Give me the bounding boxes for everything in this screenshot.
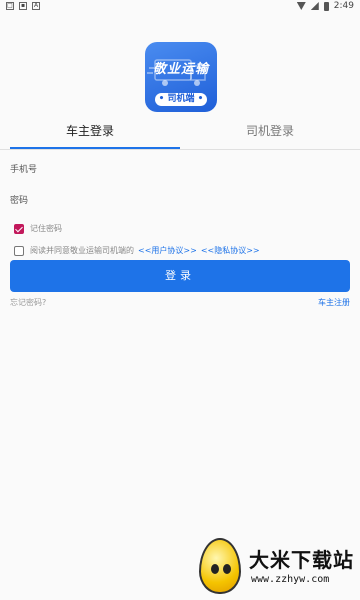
tab-driver-login[interactable]: 司机登录 bbox=[180, 118, 360, 150]
logo-title: 敬业运输 bbox=[152, 62, 209, 77]
signal-icon bbox=[310, 2, 319, 10]
status-bar: □ ▪ A 2:49 bbox=[0, 0, 360, 14]
shield-icon: ▪ bbox=[19, 2, 27, 10]
agree-text: 阅读并同意敬业运输司机端的 bbox=[30, 246, 134, 255]
mascot-icon bbox=[199, 538, 241, 594]
phone-label: 手机号 bbox=[10, 165, 38, 175]
user-agreement-link[interactable]: <<用户协议>> bbox=[138, 245, 197, 256]
active-tab-indicator bbox=[10, 147, 180, 149]
watermark: 大米下载站 www.zzhyw.com bbox=[193, 532, 360, 600]
password-label: 密码 bbox=[10, 196, 29, 206]
watermark-title: 大米下载站 bbox=[249, 548, 354, 572]
battery-icon bbox=[323, 1, 329, 11]
owner-register-link[interactable]: 车主注册 bbox=[318, 297, 350, 308]
app-logo: 敬业运输 • 司机端 • bbox=[145, 42, 217, 112]
wifi-icon bbox=[296, 2, 306, 10]
status-time: 2:49 bbox=[333, 1, 354, 11]
login-tabs: 车主登录 司机登录 bbox=[0, 118, 360, 150]
remember-checkbox[interactable] bbox=[14, 223, 24, 234]
password-input[interactable] bbox=[50, 189, 350, 209]
privacy-policy-link[interactable]: <<隐私协议>> bbox=[201, 245, 260, 256]
logo-badge: • 司机端 • bbox=[155, 93, 207, 106]
remember-label: 记住密码 bbox=[30, 224, 62, 233]
agreement-row: 阅读并同意敬业运输司机端的 <<用户协议>> <<隐私协议>> bbox=[14, 245, 260, 256]
login-button[interactable]: 登录 bbox=[10, 260, 350, 292]
agree-checkbox[interactable] bbox=[14, 245, 24, 256]
sim-icon: □ bbox=[6, 2, 14, 10]
watermark-url: www.zzhyw.com bbox=[251, 574, 330, 585]
download-icon: A bbox=[32, 2, 40, 10]
forgot-password-link[interactable]: 忘记密码? bbox=[10, 297, 46, 308]
tab-owner-login[interactable]: 车主登录 bbox=[0, 118, 180, 150]
phone-input[interactable] bbox=[50, 158, 350, 178]
remember-password-row[interactable]: 记住密码 bbox=[14, 223, 62, 234]
